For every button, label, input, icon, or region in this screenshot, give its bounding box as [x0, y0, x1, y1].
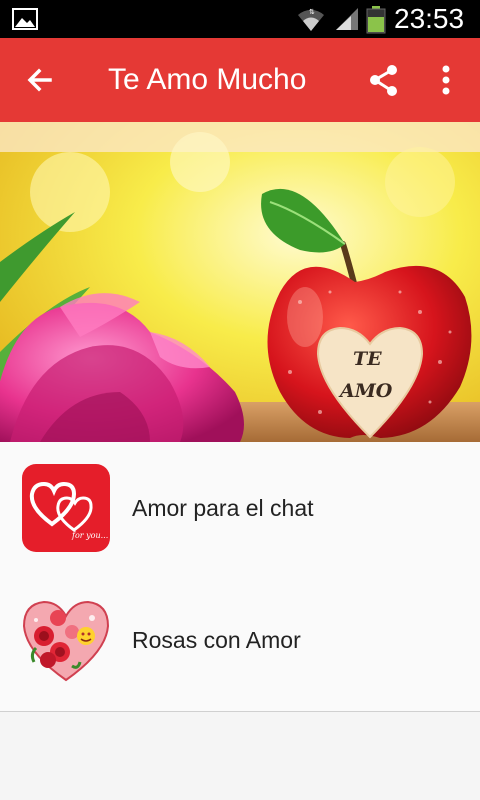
list-item-label: Rosas con Amor	[132, 627, 301, 653]
list-item-rosas-con-amor[interactable]: Rosas con Amor	[0, 574, 480, 706]
more-vert-icon[interactable]	[430, 60, 462, 100]
apple-tulip-illustration: TE AMO	[0, 122, 480, 442]
page-title: Te Amo Mucho	[108, 63, 307, 96]
heart-text-line1: TE	[353, 348, 382, 370]
list-item-label: Amor para el chat	[132, 495, 314, 521]
signal-icon	[336, 8, 358, 30]
rose-heart-app-icon	[22, 600, 110, 682]
app-list: for you... Amor para el chat Rosas con A…	[0, 442, 480, 712]
status-clock: 23:53	[394, 3, 465, 34]
gallery-icon	[12, 8, 38, 30]
status-bar: ⇅ 23:53	[0, 0, 480, 38]
for-you-caption: for you...	[71, 531, 108, 540]
banner-image: TE AMO	[0, 122, 480, 442]
share-icon[interactable]	[364, 60, 404, 100]
empty-area	[0, 712, 480, 800]
list-item-amor-para-el-chat[interactable]: for you... Amor para el chat	[0, 442, 480, 574]
double-heart-app-icon: for you...	[22, 464, 110, 552]
app-bar: Te Amo Mucho	[0, 38, 480, 122]
battery-icon	[366, 6, 386, 34]
wifi-icon: ⇅	[298, 8, 324, 31]
back-arrow-icon[interactable]	[20, 60, 60, 100]
svg-text:⇅: ⇅	[309, 8, 315, 16]
heart-text-line2: AMO	[338, 380, 393, 402]
